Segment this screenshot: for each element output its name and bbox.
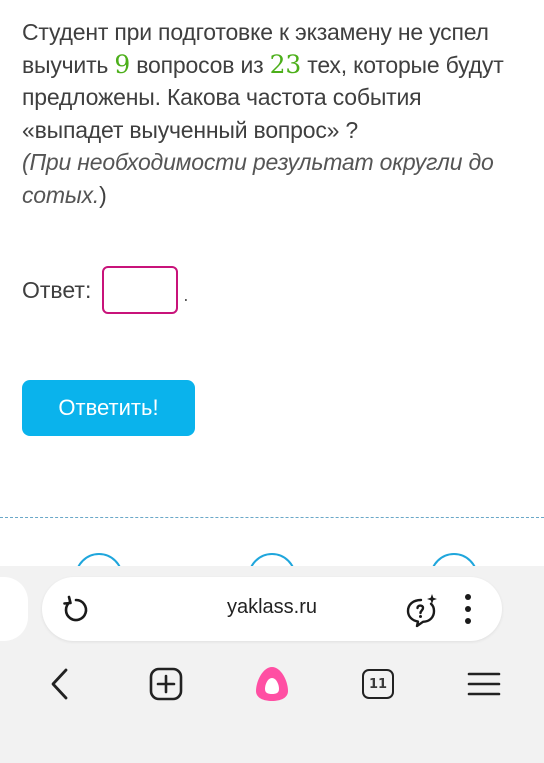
question-number-unlearned: 9 — [114, 49, 131, 79]
question-number-total: 23 — [269, 49, 302, 79]
plus-square-icon[interactable] — [148, 664, 184, 704]
submit-answer-button[interactable]: Ответить! — [22, 380, 195, 436]
answer-input[interactable] — [102, 266, 179, 314]
chevron-left-icon[interactable] — [46, 664, 74, 704]
answer-label: Ответ: — [22, 276, 92, 303]
question-text: Студент при подготовке к экзамену не усп… — [22, 16, 527, 211]
alice-icon[interactable] — [251, 664, 293, 704]
section-divider — [0, 517, 544, 518]
answer-trailing-dot: . — [183, 284, 189, 305]
rounding-hint-close: ) — [99, 181, 107, 208]
chat-question-sparkle-icon[interactable] — [404, 592, 440, 628]
tabs-count: 11 — [368, 676, 388, 692]
rounding-hint: (При необходимости результат округли до … — [22, 149, 494, 208]
hamburger-menu-icon[interactable] — [466, 664, 502, 704]
answer-row: Ответ: . — [22, 264, 188, 316]
vertical-dots-icon[interactable] — [458, 592, 478, 626]
question-part-2: вопросов из — [130, 51, 270, 78]
tabs-counter-icon[interactable]: 11 — [360, 664, 396, 704]
